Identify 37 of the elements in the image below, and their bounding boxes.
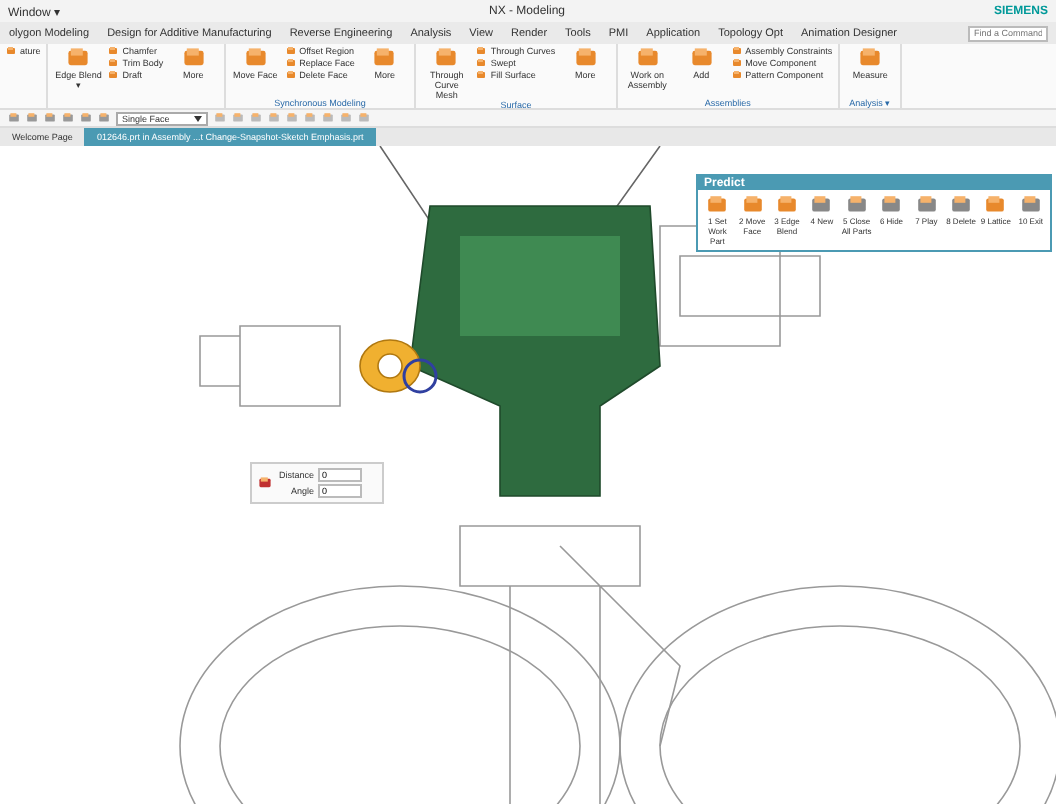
- tool-icon: [181, 46, 206, 70]
- tool-icon: [810, 194, 833, 216]
- tool-icon: [250, 112, 262, 124]
- tool-icon: [26, 112, 38, 124]
- tool-icon: [268, 112, 280, 124]
- tool-icon: [434, 46, 459, 70]
- tool-icon: [706, 194, 729, 216]
- caret-icon: [194, 115, 202, 121]
- tool-icon: [635, 46, 660, 70]
- tool-icon: [776, 194, 799, 216]
- tool-icon: [286, 112, 298, 124]
- tool-icon: [243, 46, 268, 70]
- tool-icon: [573, 46, 598, 70]
- tool-icon: [80, 112, 92, 124]
- tool-icon: [8, 112, 20, 124]
- tool-icon: [689, 46, 714, 70]
- tool-icon: [322, 112, 334, 124]
- tool-icon: [915, 194, 938, 216]
- tool-icon: [66, 46, 91, 70]
- tool-icon: [6, 46, 16, 56]
- tool-icon: [372, 46, 397, 70]
- tool-icon: [358, 112, 370, 124]
- tool-icon: [214, 112, 226, 124]
- tool-icon: [880, 194, 903, 216]
- tool-icon: [62, 112, 74, 124]
- tool-icon: [98, 112, 110, 124]
- tool-icon: [984, 194, 1007, 216]
- handle-icon: [258, 476, 272, 490]
- tool-icon: [950, 194, 973, 216]
- tool-icon: [858, 46, 883, 70]
- tool-icon: [845, 194, 868, 216]
- tool-icon: [232, 112, 244, 124]
- tool-icon: [304, 112, 316, 124]
- tool-icon: [1019, 194, 1042, 216]
- tool-icon: [741, 194, 764, 216]
- tool-icon: [44, 112, 56, 124]
- tool-icon: [340, 112, 352, 124]
